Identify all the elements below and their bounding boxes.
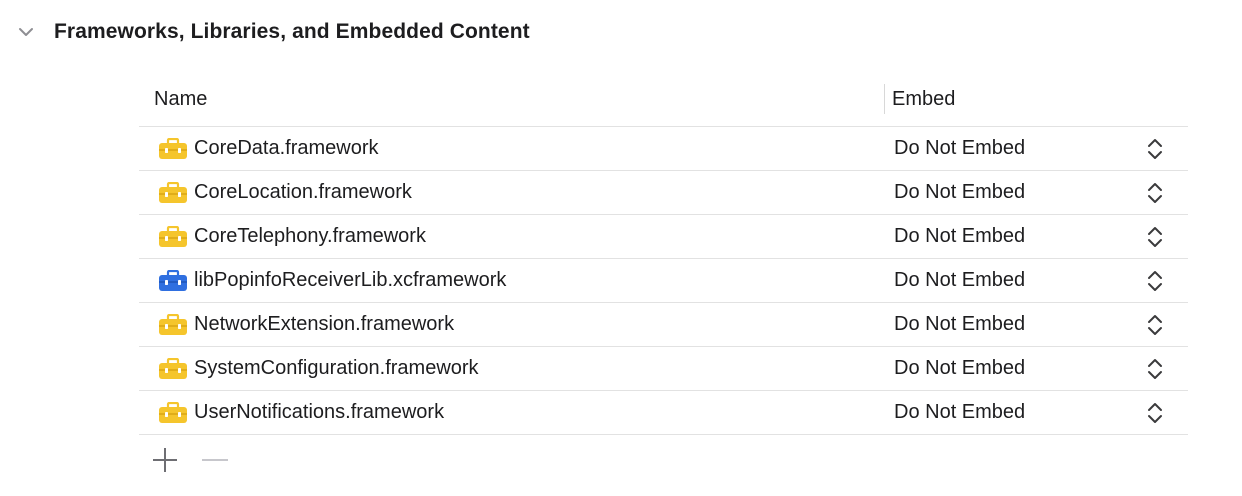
framework-toolbox-icon bbox=[158, 357, 188, 380]
popup-stepper-icon[interactable] bbox=[1146, 313, 1164, 337]
table-row[interactable]: libPopinfoReceiverLib.xcframework Do Not … bbox=[139, 259, 1188, 303]
chevron-down-icon[interactable] bbox=[14, 20, 38, 44]
framework-toolbox-icon bbox=[158, 225, 188, 248]
table-row[interactable]: CoreTelephony.framework Do Not Embed bbox=[139, 215, 1188, 259]
frameworks-table: Name Embed CoreData.framework Do Not Embe… bbox=[139, 78, 1188, 435]
minus-icon[interactable] bbox=[200, 446, 230, 474]
embed-option-value[interactable]: Do Not Embed bbox=[894, 313, 1025, 336]
embed-option-value[interactable]: Do Not Embed bbox=[894, 269, 1025, 292]
table-row[interactable]: CoreLocation.framework Do Not Embed bbox=[139, 171, 1188, 215]
section-title: Frameworks, Libraries, and Embedded Cont… bbox=[54, 20, 530, 43]
framework-name: libPopinfoReceiverLib.xcframework bbox=[194, 269, 507, 291]
framework-name: CoreLocation.framework bbox=[194, 181, 412, 203]
table-body: CoreData.framework Do Not Embed CoreLocati… bbox=[139, 127, 1188, 435]
popup-stepper-icon[interactable] bbox=[1146, 225, 1164, 249]
table-row[interactable]: CoreData.framework Do Not Embed bbox=[139, 127, 1188, 171]
popup-stepper-icon[interactable] bbox=[1146, 137, 1164, 161]
popup-stepper-icon[interactable] bbox=[1146, 181, 1164, 205]
popup-stepper-icon[interactable] bbox=[1146, 269, 1164, 293]
table-header: Name Embed bbox=[139, 78, 1188, 127]
name-column-header[interactable]: Name bbox=[154, 88, 207, 111]
popup-stepper-icon[interactable] bbox=[1146, 357, 1164, 381]
framework-toolbox-icon bbox=[158, 137, 188, 160]
framework-name: SystemConfiguration.framework bbox=[194, 357, 479, 379]
embed-column-header[interactable]: Embed bbox=[892, 88, 955, 111]
table-row[interactable]: SystemConfiguration.framework Do Not Embe… bbox=[139, 347, 1188, 391]
table-toolbar bbox=[150, 446, 250, 474]
framework-toolbox-icon bbox=[158, 313, 188, 336]
framework-toolbox-icon bbox=[158, 181, 188, 204]
table-row[interactable]: NetworkExtension.framework Do Not Embed bbox=[139, 303, 1188, 347]
plus-icon[interactable] bbox=[150, 446, 180, 474]
embed-option-value[interactable]: Do Not Embed bbox=[894, 137, 1025, 160]
embed-option-value[interactable]: Do Not Embed bbox=[894, 225, 1025, 248]
framework-name: NetworkExtension.framework bbox=[194, 313, 455, 335]
framework-name: CoreTelephony.framework bbox=[194, 225, 426, 247]
embed-option-value[interactable]: Do Not Embed bbox=[894, 181, 1025, 204]
framework-toolbox-icon bbox=[158, 401, 188, 424]
embed-option-value[interactable]: Do Not Embed bbox=[894, 357, 1025, 380]
embed-option-value[interactable]: Do Not Embed bbox=[894, 401, 1025, 424]
section-header[interactable]: Frameworks, Libraries, and Embedded Cont… bbox=[14, 14, 530, 50]
framework-name: CoreData.framework bbox=[194, 137, 379, 159]
xcframework-toolbox-icon bbox=[158, 269, 188, 292]
column-divider[interactable] bbox=[884, 84, 885, 114]
framework-name: UserNotifications.framework bbox=[194, 401, 445, 423]
table-row[interactable]: UserNotifications.framework Do Not Embed bbox=[139, 391, 1188, 435]
popup-stepper-icon[interactable] bbox=[1146, 401, 1164, 425]
